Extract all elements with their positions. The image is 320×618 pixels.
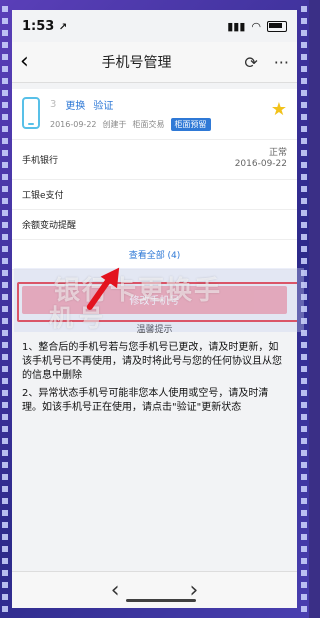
status-badge: 柜面预留: [170, 118, 211, 131]
service-label: 手机银行: [22, 155, 59, 166]
phone-number-meta: 2016-09-22 创建于 柜面交易 柜面预留: [50, 118, 211, 131]
service-label: 工银e支付: [22, 190, 64, 201]
verify-link[interactable]: 验证: [93, 97, 113, 112]
battery-icon: [267, 20, 287, 32]
back-icon[interactable]: ‹: [20, 51, 29, 73]
page-title: 手机号管理: [101, 55, 172, 71]
status-bar: 1:53 ↗ ▮▮▮ ◠: [12, 10, 297, 42]
nav-actions: ⟳ ···: [244, 53, 289, 72]
highlight-outline: [17, 281, 297, 322]
service-label: 余额变动提醒: [22, 220, 77, 231]
change-link[interactable]: 更换: [65, 97, 85, 112]
phone-number-line: 3 更换 验证: [50, 97, 211, 112]
service-status: 正常 2016-09-22: [234, 148, 287, 170]
created-source: 柜面交易: [132, 120, 165, 129]
back-nav-icon[interactable]: ‹: [111, 578, 120, 603]
hint-title: 温馨提示: [136, 324, 173, 335]
status-icons: ▮▮▮ ◠: [227, 20, 287, 33]
signal-icon: ▮▮▮: [227, 19, 246, 33]
wifi-icon: ◠: [251, 19, 261, 33]
home-indicator: [126, 599, 196, 602]
star-icon[interactable]: ★: [271, 99, 287, 120]
service-row-epay[interactable]: 工银e支付: [12, 179, 297, 210]
created-date: 2016-09-22: [50, 120, 97, 129]
mobile-phone-icon: [22, 97, 40, 129]
phone-number-info: 3 更换 验证 2016-09-22 创建于 柜面交易 柜面预留: [50, 97, 211, 131]
masked-phone-number: 3: [50, 99, 58, 110]
more-icon[interactable]: ···: [274, 53, 289, 72]
hint-paragraph-2: 2、异常状态手机号可能非您本人使用或空号，请及时清理。如该手机号正在使用，请点击…: [22, 387, 269, 413]
browser-bottom-bar: ‹ ›: [12, 571, 297, 608]
modify-phone-area: 修改手机号: [12, 281, 297, 322]
nav-bar: ‹ 手机号管理 ⟳ ···: [12, 42, 297, 83]
created-label: 创建于: [102, 120, 127, 129]
refresh-icon[interactable]: ⟳: [244, 53, 257, 72]
view-all-link[interactable]: 查看全部 (4): [12, 239, 297, 270]
service-row-mobile-banking[interactable]: 手机银行 正常 2016-09-22: [12, 140, 297, 180]
status-time: 1:53 ↗: [22, 18, 68, 34]
hint-paragraph-1: 1、整合后的手机号若与您手机号已更改，请及时更新，如该手机号已不再使用，请及时将…: [22, 341, 282, 381]
service-row-balance-alert[interactable]: 余额变动提醒: [12, 209, 297, 240]
phone-number-header: 3 更换 验证 2016-09-22 创建于 柜面交易 柜面预留 ★: [12, 89, 297, 140]
phone-screen: 1:53 ↗ ▮▮▮ ◠ ‹ 手机号管理 ⟳ ··· 3 更换 验证 2016-…: [12, 10, 297, 608]
phone-number-card: 3 更换 验证 2016-09-22 创建于 柜面交易 柜面预留 ★ 手机银行 …: [12, 89, 297, 270]
hint-text: 1、整合后的手机号若与您手机号已更改，请及时更新，如该手机号已不再使用，请及时将…: [12, 335, 297, 415]
